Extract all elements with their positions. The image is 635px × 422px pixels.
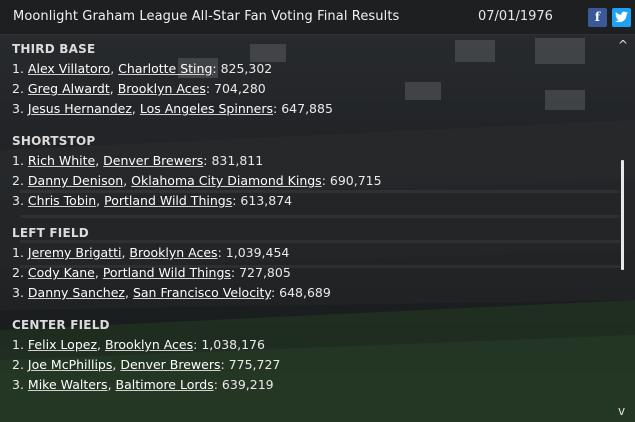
result-row: 3. Mike Walters, Baltimore Lords: 639,21… bbox=[12, 377, 274, 392]
vote-count: 647,885 bbox=[281, 101, 333, 116]
rank-label: 2. bbox=[12, 81, 24, 96]
team-link[interactable]: Charlotte Sting bbox=[118, 61, 212, 76]
vote-count: 613,874 bbox=[240, 193, 293, 208]
position-section: LEFT FIELD 1. Jeremy Brigatti, Brooklyn A… bbox=[12, 223, 612, 303]
result-row: 2. Greg Alwardt, Brooklyn Aces: 704,280 bbox=[12, 81, 266, 96]
player-link[interactable]: Alex Villatoro bbox=[28, 61, 110, 76]
vote-count: 704,280 bbox=[214, 81, 266, 96]
twitter-icon[interactable] bbox=[612, 8, 631, 27]
rank-label: 2. bbox=[12, 173, 24, 188]
vote-count: 831,811 bbox=[211, 153, 264, 168]
player-link[interactable]: Cody Kane bbox=[28, 265, 95, 280]
position-section: SHORTSTOP 1. Rich White, Denver Brewers: … bbox=[12, 131, 612, 211]
player-link[interactable]: Jeremy Brigatti bbox=[28, 245, 122, 260]
vote-count: 1,038,176 bbox=[201, 337, 265, 352]
rank-label: 2. bbox=[12, 357, 24, 372]
player-link[interactable]: Mike Walters bbox=[28, 377, 108, 392]
rank-label: 3. bbox=[12, 193, 24, 208]
team-link[interactable]: Brooklyn Aces bbox=[105, 337, 193, 352]
player-link[interactable]: Danny Denison bbox=[28, 173, 123, 188]
page-title: Moonlight Graham League All-Star Fan Vot… bbox=[13, 9, 400, 24]
vote-count: 690,715 bbox=[329, 173, 382, 188]
rank-label: 3. bbox=[12, 377, 24, 392]
rank-label: 3. bbox=[12, 101, 24, 116]
team-link[interactable]: San Francisco Velocity bbox=[133, 285, 271, 300]
player-link[interactable]: Felix Lopez bbox=[28, 337, 97, 352]
team-link[interactable]: Baltimore Lords bbox=[116, 377, 214, 392]
rank-label: 3. bbox=[12, 285, 24, 300]
results-list: THIRD BASE 1. Alex Villatoro, Charlotte S… bbox=[12, 39, 612, 422]
chevron-up-icon[interactable]: ^ bbox=[618, 38, 628, 52]
result-row: 3. Danny Sanchez, San Francisco Velocity… bbox=[12, 285, 331, 300]
team-link[interactable]: Los Angeles Spinners bbox=[140, 101, 273, 116]
vote-count: 1,039,454 bbox=[225, 245, 290, 260]
section-heading: THIRD BASE bbox=[12, 42, 96, 56]
player-link[interactable]: Greg Alwardt bbox=[28, 81, 110, 96]
rank-label: 1. bbox=[12, 245, 24, 260]
result-row: 2. Joe McPhillips, Denver Brewers: 775,7… bbox=[12, 357, 281, 372]
date-label: 07/01/1976 bbox=[478, 9, 553, 24]
result-row: 2. Cody Kane, Portland Wild Things: 727,… bbox=[12, 265, 291, 280]
section-heading: LEFT FIELD bbox=[12, 226, 89, 240]
result-row: 1. Felix Lopez, Brooklyn Aces: 1,038,176 bbox=[12, 337, 265, 352]
vote-count: 639,219 bbox=[221, 377, 274, 392]
player-link[interactable]: Chris Tobin bbox=[28, 193, 96, 208]
chevron-down-icon[interactable]: v bbox=[618, 404, 625, 418]
result-row: 1. Rich White, Denver Brewers: 831,811 bbox=[12, 153, 264, 168]
team-link[interactable]: Portland Wild Things bbox=[103, 265, 231, 280]
scrollbar-thumb[interactable] bbox=[621, 160, 624, 270]
team-link[interactable]: Denver Brewers bbox=[120, 357, 220, 372]
result-row: 2. Danny Denison, Oklahoma City Diamond … bbox=[12, 173, 382, 188]
result-row: 1. Alex Villatoro, Charlotte Sting: 825,… bbox=[12, 61, 273, 76]
rank-label: 1. bbox=[12, 337, 24, 352]
result-row: 3. Jesus Hernandez, Los Angeles Spinners… bbox=[12, 101, 333, 116]
team-link[interactable]: Oklahoma City Diamond Kings bbox=[131, 173, 322, 188]
team-link[interactable]: Portland Wild Things bbox=[104, 193, 232, 208]
facebook-icon[interactable]: f bbox=[588, 8, 607, 27]
vote-count: 727,805 bbox=[239, 265, 291, 280]
team-link[interactable]: Denver Brewers bbox=[103, 153, 203, 168]
rank-label: 1. bbox=[12, 153, 24, 168]
player-link[interactable]: Joe McPhillips bbox=[28, 357, 112, 372]
team-link[interactable]: Brooklyn Aces bbox=[129, 245, 217, 260]
vote-count: 825,302 bbox=[220, 61, 273, 76]
facebook-glyph: f bbox=[594, 10, 601, 24]
player-link[interactable]: Danny Sanchez bbox=[28, 285, 125, 300]
player-link[interactable]: Jesus Hernandez bbox=[28, 101, 132, 116]
result-row: 3. Chris Tobin, Portland Wild Things: 61… bbox=[12, 193, 293, 208]
result-row: 1. Jeremy Brigatti, Brooklyn Aces: 1,039… bbox=[12, 245, 290, 260]
player-link[interactable]: Rich White bbox=[28, 153, 95, 168]
position-section: THIRD BASE 1. Alex Villatoro, Charlotte S… bbox=[12, 39, 612, 119]
title-bar: Moonlight Graham League All-Star Fan Vot… bbox=[0, 0, 635, 35]
section-heading: CENTER FIELD bbox=[12, 318, 110, 332]
position-section: CENTER FIELD 1. Felix Lopez, Brooklyn Ace… bbox=[12, 315, 612, 395]
vote-count: 648,689 bbox=[279, 285, 331, 300]
rank-label: 1. bbox=[12, 61, 24, 76]
vote-count: 775,727 bbox=[228, 357, 281, 372]
team-link[interactable]: Brooklyn Aces bbox=[118, 81, 206, 96]
rank-label: 2. bbox=[12, 265, 24, 280]
section-heading: SHORTSTOP bbox=[12, 134, 96, 148]
